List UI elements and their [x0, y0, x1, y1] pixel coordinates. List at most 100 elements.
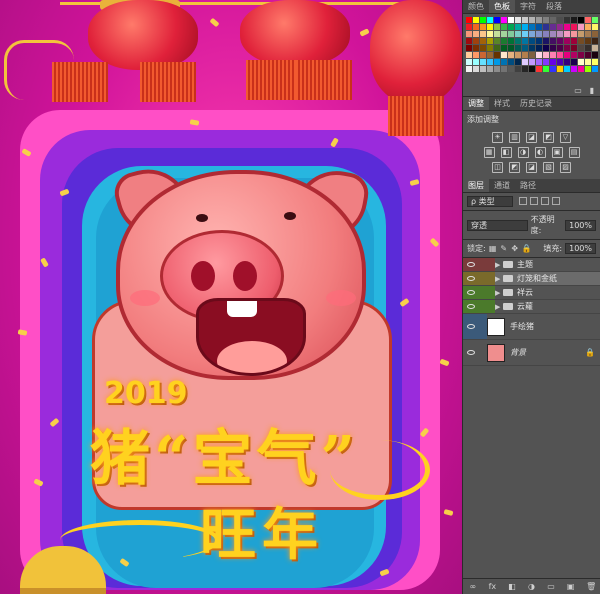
tab-swatches[interactable]: 色板	[489, 0, 515, 13]
color-swatch[interactable]	[480, 31, 486, 37]
color-swatch[interactable]	[501, 45, 507, 51]
color-swatch[interactable]	[529, 52, 535, 58]
color-swatch[interactable]	[564, 59, 570, 65]
color-swatch[interactable]	[592, 31, 598, 37]
color-swatch[interactable]	[494, 31, 500, 37]
color-swatch[interactable]	[508, 52, 514, 58]
tab-history[interactable]: 历史记录	[515, 97, 557, 110]
hue-saturation-icon[interactable]: ▦	[483, 147, 495, 158]
color-lookup-icon[interactable]: ▤	[568, 147, 580, 158]
expand-arrow-icon[interactable]: ▶	[495, 303, 503, 311]
color-swatch[interactable]	[473, 66, 479, 72]
color-swatch[interactable]	[529, 66, 535, 72]
color-swatch[interactable]	[480, 17, 486, 23]
selective-color-icon[interactable]: ▨	[560, 162, 571, 173]
color-swatch[interactable]	[522, 52, 528, 58]
color-swatch[interactable]	[487, 31, 493, 37]
brightness-contrast-icon[interactable]: ☀	[492, 132, 503, 143]
color-swatch[interactable]	[550, 45, 556, 51]
color-swatch[interactable]	[466, 38, 472, 44]
tab-styles[interactable]: 样式	[489, 97, 515, 110]
color-swatch[interactable]	[557, 45, 563, 51]
layer-background[interactable]: 背景 🔒	[463, 340, 600, 366]
levels-icon[interactable]: ▥	[509, 132, 520, 143]
color-swatch[interactable]	[585, 59, 591, 65]
color-swatch[interactable]	[564, 17, 570, 23]
color-swatch[interactable]	[515, 17, 521, 23]
color-swatch[interactable]	[501, 52, 507, 58]
color-swatch[interactable]	[536, 17, 542, 23]
photo-filter-icon[interactable]: ◐	[534, 147, 546, 158]
color-swatch[interactable]	[592, 17, 598, 23]
color-swatch[interactable]	[501, 66, 507, 72]
color-swatch[interactable]	[571, 52, 577, 58]
new-adjustment-icon[interactable]: ◑	[527, 582, 535, 591]
layer-group-theme[interactable]: ▶ 主题	[463, 258, 600, 272]
color-swatch[interactable]	[494, 38, 500, 44]
color-swatch[interactable]	[550, 17, 556, 23]
color-swatch[interactable]	[487, 45, 493, 51]
color-swatch[interactable]	[480, 59, 486, 65]
color-swatch[interactable]	[466, 59, 472, 65]
color-swatch[interactable]	[543, 52, 549, 58]
lock-all-icon[interactable]: 🔒	[522, 244, 532, 253]
color-swatch[interactable]	[515, 45, 521, 51]
color-swatch[interactable]	[585, 31, 591, 37]
color-swatch[interactable]	[529, 31, 535, 37]
color-swatch[interactable]	[536, 52, 542, 58]
color-swatch[interactable]	[515, 52, 521, 58]
color-swatch[interactable]	[494, 66, 500, 72]
color-swatch[interactable]	[515, 24, 521, 30]
color-swatch[interactable]	[571, 45, 577, 51]
color-swatch[interactable]	[508, 66, 514, 72]
color-swatch[interactable]	[571, 17, 577, 23]
color-swatch[interactable]	[578, 45, 584, 51]
color-swatch[interactable]	[585, 45, 591, 51]
visibility-eye-icon[interactable]	[463, 314, 479, 339]
expand-arrow-icon[interactable]: ▶	[495, 289, 503, 297]
color-swatch[interactable]	[515, 66, 521, 72]
color-swatch[interactable]	[480, 24, 486, 30]
color-swatch[interactable]	[585, 66, 591, 72]
color-swatch[interactable]	[564, 52, 570, 58]
type-filter-icon[interactable]	[541, 196, 549, 205]
shape-filter-icon[interactable]	[552, 196, 560, 205]
color-swatch[interactable]	[515, 31, 521, 37]
layer-group-clouds[interactable]: ▶ 祥云	[463, 286, 600, 300]
visibility-eye-icon[interactable]	[463, 272, 479, 285]
color-swatch[interactable]	[585, 52, 591, 58]
color-swatch[interactable]	[501, 24, 507, 30]
document-canvas[interactable]: 2019 猪“宝气” 旺年	[0, 0, 462, 594]
color-swatch[interactable]	[557, 38, 563, 44]
color-swatch[interactable]	[522, 31, 528, 37]
color-swatch[interactable]	[480, 52, 486, 58]
visibility-eye-icon[interactable]	[463, 340, 479, 365]
pixel-filter-icon[interactable]	[519, 196, 527, 205]
layer-hand-drawn-pig[interactable]: 手绘猪	[463, 314, 600, 340]
color-swatch[interactable]	[501, 31, 507, 37]
color-swatch[interactable]	[543, 45, 549, 51]
color-swatch[interactable]	[466, 66, 472, 72]
tab-layers[interactable]: 图层	[463, 179, 489, 192]
color-swatch[interactable]	[585, 17, 591, 23]
color-swatch[interactable]	[536, 45, 542, 51]
lock-image-icon[interactable]: ✎	[500, 244, 508, 253]
adjustment-filter-icon[interactable]	[530, 196, 538, 205]
layer-group-cloud-frame[interactable]: ▶ 云蘿	[463, 300, 600, 314]
color-swatch[interactable]	[494, 59, 500, 65]
color-swatch[interactable]	[522, 38, 528, 44]
color-swatch[interactable]	[557, 52, 563, 58]
color-swatch[interactable]	[473, 38, 479, 44]
color-swatch[interactable]	[494, 17, 500, 23]
color-swatch[interactable]	[571, 59, 577, 65]
color-swatch[interactable]	[571, 66, 577, 72]
color-swatch[interactable]	[578, 59, 584, 65]
gradient-map-icon[interactable]: ▧	[543, 162, 554, 173]
tab-adjustments[interactable]: 调整	[463, 97, 489, 110]
color-swatch[interactable]	[466, 17, 472, 23]
color-swatch[interactable]	[557, 66, 563, 72]
color-swatch[interactable]	[550, 59, 556, 65]
expand-arrow-icon[interactable]: ▶	[495, 275, 503, 283]
color-swatch[interactable]	[508, 17, 514, 23]
color-swatch[interactable]	[466, 31, 472, 37]
